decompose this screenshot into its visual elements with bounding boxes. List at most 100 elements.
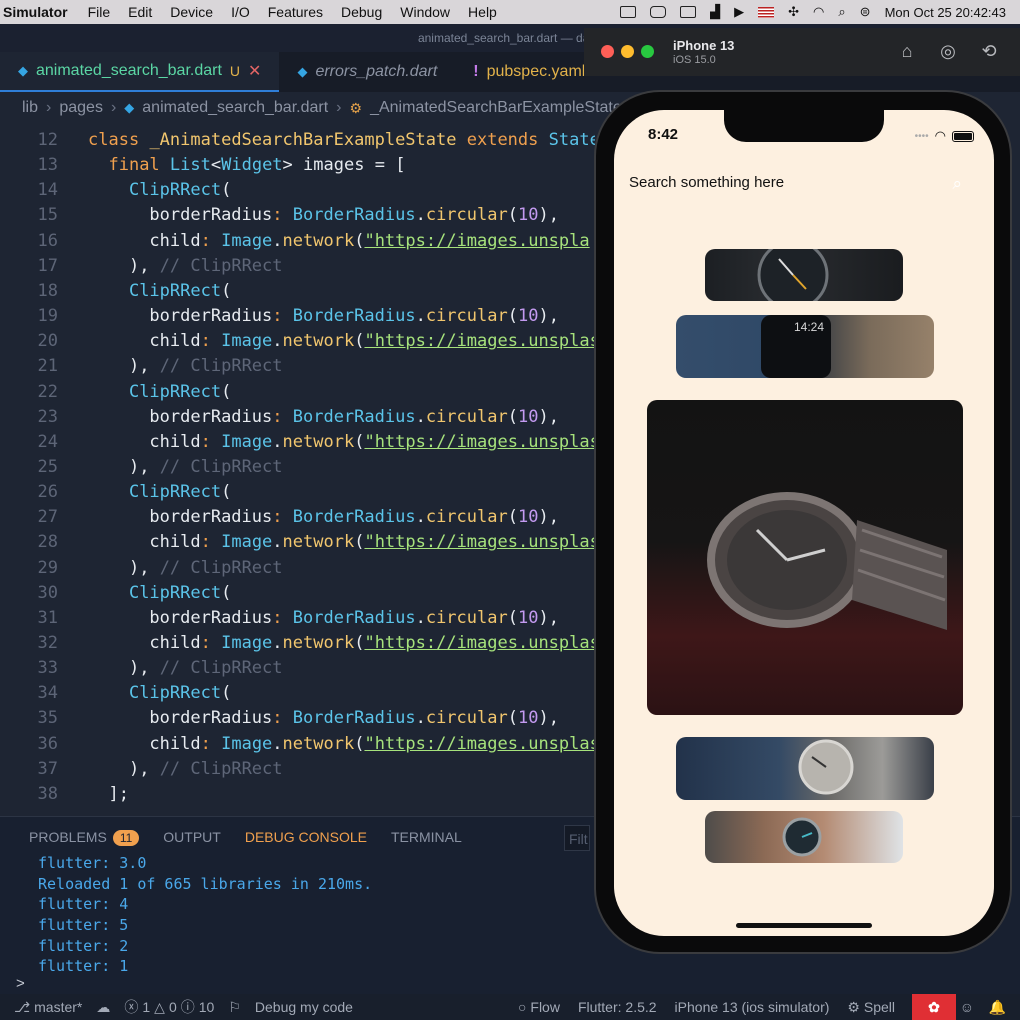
code-text: borderRadius: BorderRadius.circular(10), [149, 708, 559, 729]
minimize-window-button[interactable] [621, 45, 634, 58]
code-line[interactable]: 21 ), // ClipRRect [0, 354, 595, 379]
keyboard-icon[interactable] [680, 6, 697, 18]
code-line[interactable]: 18 ClipRRect( [0, 279, 595, 304]
bell-icon[interactable]: 🔔 [989, 994, 1006, 1020]
code-text: child: Image.network("https://images.uns… [149, 532, 595, 553]
code-line[interactable]: 23 borderRadius: BorderRadius.circular(1… [0, 405, 595, 430]
menu-window[interactable]: Window [400, 4, 450, 20]
code-text: borderRadius: BorderRadius.circular(10), [149, 607, 559, 628]
menu-debug[interactable]: Debug [341, 4, 382, 20]
tab-label: pubspec.yaml [486, 63, 586, 80]
code-line[interactable]: 36 child: Image.network("https://images.… [0, 732, 595, 757]
spotlight-search-icon[interactable]: ⌕ [838, 4, 845, 20]
feedback-icon[interactable]: ☺ [960, 994, 974, 1020]
flow-status[interactable]: ○ Flow [518, 999, 560, 1015]
screenshot-icon[interactable]: ◎ [937, 40, 959, 62]
dock-icon[interactable]: ▟ [710, 4, 720, 20]
debug-run-icon[interactable]: ⚐ [228, 999, 241, 1016]
line-number: 18 [37, 280, 58, 301]
camera-icon[interactable] [650, 6, 667, 18]
code-line[interactable]: 34 ClipRRect( [0, 681, 595, 706]
code-line[interactable]: 33 ), // ClipRRect [0, 656, 595, 681]
menu-device[interactable]: Device [170, 4, 213, 20]
tab-pubspec[interactable]: ! pubspec.yaml [455, 52, 603, 92]
code-line[interactable]: 14 ClipRRect( [0, 178, 595, 203]
menu-edit[interactable]: Edit [128, 4, 152, 20]
panel-tabs: PROBLEMS 11 OUTPUT DEBUG CONSOLE TERMINAL [29, 817, 462, 857]
menu-file[interactable]: File [88, 4, 111, 20]
screen-mirror-icon[interactable] [620, 6, 637, 18]
code-line[interactable]: 17 ), // ClipRRect [0, 254, 595, 279]
panel-tab-terminal[interactable]: TERMINAL [391, 829, 462, 845]
tab-errors-patch[interactable]: ◆ errors_patch.dart [279, 52, 455, 92]
code-line[interactable]: 19 borderRadius: BorderRadius.circular(1… [0, 304, 595, 329]
code-text: ), // ClipRRect [128, 758, 283, 779]
remote-icon[interactable]: ✿ [912, 994, 956, 1020]
code-line[interactable]: 25 ), // ClipRRect [0, 455, 595, 480]
line-number: 14 [37, 180, 58, 201]
code-line[interactable]: 37 ), // ClipRRect [0, 757, 595, 782]
rotate-icon[interactable]: ⟲ [978, 40, 1000, 62]
accessibility-icon[interactable]: ✣ [788, 4, 799, 20]
breadcrumb-lib[interactable]: lib [22, 99, 38, 117]
code-line[interactable]: 24 child: Image.network("https://images.… [0, 430, 595, 455]
home-indicator[interactable] [736, 923, 872, 928]
breadcrumb-pages[interactable]: pages [59, 99, 103, 117]
wifi-icon[interactable]: ◠ [813, 4, 824, 20]
control-center-icon[interactable]: ⊜ [860, 4, 871, 20]
menu-features[interactable]: Features [268, 4, 323, 20]
problems-summary[interactable]: ⓧ 1 △ 0 ⓘ 10 [124, 997, 214, 1017]
panel-tab-problems[interactable]: PROBLEMS 11 [29, 829, 140, 846]
panel-tab-output[interactable]: OUTPUT [163, 829, 221, 845]
zoom-window-button[interactable] [641, 45, 654, 58]
search-bar-placeholder[interactable]: Search something here [629, 174, 784, 191]
code-line[interactable]: 12 class _AnimatedSearchBarExampleState e… [0, 128, 595, 153]
line-number: 15 [37, 205, 58, 226]
menu-io[interactable]: I/O [231, 4, 250, 20]
watch-image-1 [705, 249, 903, 301]
line-number: 17 [37, 255, 58, 276]
menu-help[interactable]: Help [468, 4, 497, 20]
code-line[interactable]: 31 borderRadius: BorderRadius.circular(1… [0, 606, 595, 631]
code-line[interactable]: 30 ClipRRect( [0, 581, 595, 606]
code-line[interactable]: 16 child: Image.network("https://images.… [0, 229, 595, 254]
code-line[interactable]: 26 ClipRRect( [0, 480, 595, 505]
device-selector[interactable]: iPhone 13 (ios simulator) [675, 999, 830, 1015]
play-icon[interactable]: ▶ [734, 4, 744, 20]
panel-tab-debug-console[interactable]: DEBUG CONSOLE [245, 829, 367, 845]
code-editor[interactable]: 12 class _AnimatedSearchBarExampleState e… [0, 128, 595, 818]
flag-us-icon[interactable] [758, 6, 775, 18]
app-menu-simulator[interactable]: Simulator [3, 4, 68, 20]
code-line[interactable]: 32 child: Image.network("https://images.… [0, 631, 595, 656]
menubar-clock[interactable]: Mon Oct 25 20:42:43 [885, 5, 1006, 20]
code-line[interactable]: 29 ), // ClipRRect [0, 556, 595, 581]
home-icon[interactable]: ⌂ [896, 40, 918, 62]
console-prompt[interactable]: > [16, 975, 25, 992]
code-line[interactable]: 28 child: Image.network("https://images.… [0, 530, 595, 555]
line-number: 37 [37, 758, 58, 779]
line-number: 21 [37, 356, 58, 377]
breadcrumb-file[interactable]: animated_search_bar.dart [142, 99, 328, 117]
spell-check[interactable]: ⚙ Spell [847, 999, 895, 1016]
code-line[interactable]: 22 ClipRRect( [0, 380, 595, 405]
code-line[interactable]: 20 child: Image.network("https://images.… [0, 329, 595, 354]
tab-animated-search-bar[interactable]: ◆ animated_search_bar.dart U ✕ [0, 52, 280, 92]
warning-icon: △ [154, 998, 165, 1015]
search-icon[interactable]: ⌕ [952, 174, 962, 194]
line-number: 38 [37, 783, 58, 804]
code-line[interactable]: 27 borderRadius: BorderRadius.circular(1… [0, 505, 595, 530]
tab-label: errors_patch.dart [315, 63, 438, 80]
code-line[interactable]: 35 borderRadius: BorderRadius.circular(1… [0, 706, 595, 731]
git-branch[interactable]: ⎇ master* [14, 999, 82, 1016]
sync-icon[interactable]: ☁ [96, 999, 110, 1016]
info-icon: ⓘ [180, 999, 195, 1015]
flutter-version[interactable]: Flutter: 2.5.2 [578, 999, 657, 1015]
code-text: ), // ClipRRect [128, 658, 283, 679]
dart-file-icon: ◆ [297, 64, 308, 79]
close-window-button[interactable] [601, 45, 614, 58]
code-line[interactable]: 15 borderRadius: BorderRadius.circular(1… [0, 203, 595, 228]
close-tab-icon[interactable]: ✕ [248, 61, 261, 81]
code-line[interactable]: 38 ]; [0, 782, 595, 807]
debug-config[interactable]: Debug my code [255, 999, 353, 1015]
code-line[interactable]: 13 final List<Widget> images = [ [0, 153, 595, 178]
